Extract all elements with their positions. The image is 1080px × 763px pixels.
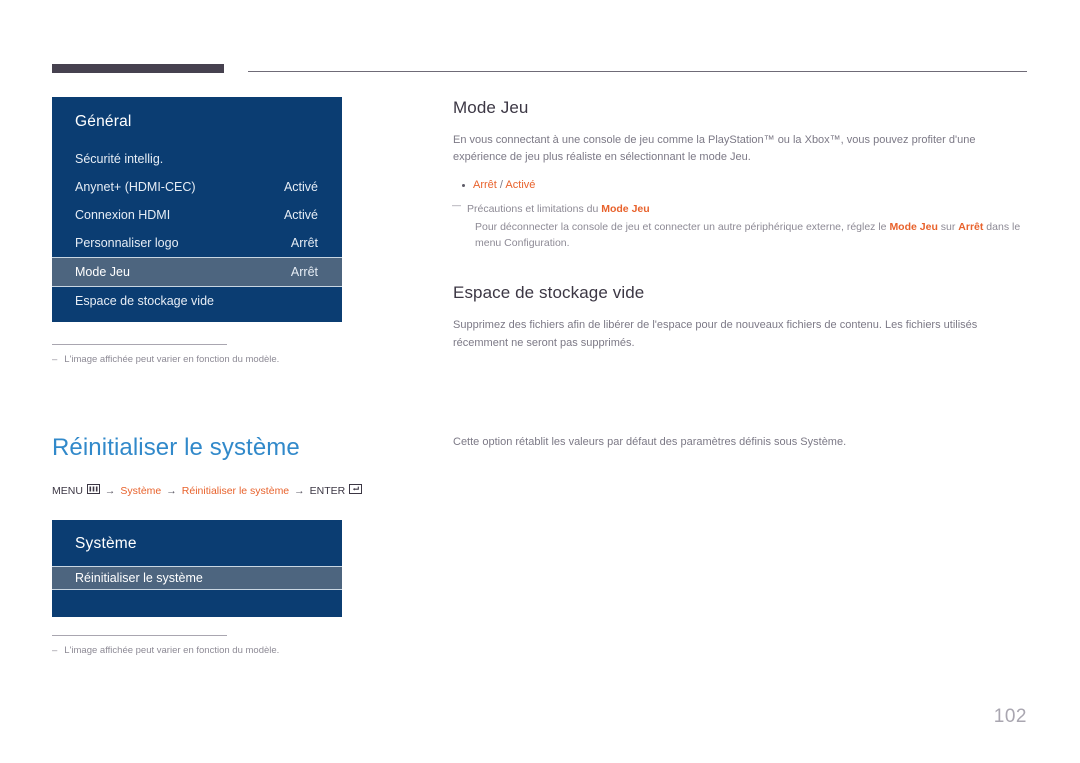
osd-systeme-title: Système (75, 535, 137, 552)
caution-body: Pour déconnecter la console de jeu et co… (467, 219, 1028, 252)
osd-row-mode-jeu[interactable]: Mode Jeu Arrêt (52, 257, 342, 287)
note-dash: – (52, 354, 58, 365)
menu-grid-icon (86, 484, 100, 497)
osd-general-title: Général (75, 113, 132, 130)
reinitialiser-paragraph: Cette option rétablit les valeurs par dé… (453, 436, 847, 448)
breadcrumb-step-systeme: Système (120, 484, 162, 497)
note-text: L'image affichée peut varier en fonction… (64, 354, 280, 365)
caution-body-highlight-2: Arrêt (958, 220, 984, 233)
mode-jeu-caution: Précautions et limitations du Mode Jeu P… (452, 199, 1028, 252)
osd-row-reinitialiser-le-systeme[interactable]: Réinitialiser le système (52, 566, 342, 590)
breadcrumb-arrow-2: → (166, 484, 177, 497)
option-item: Arrêt / Activé (462, 177, 1028, 195)
option-separator: / (499, 179, 503, 192)
osd-empty-row (52, 590, 342, 612)
option-value-on: Activé (505, 179, 536, 192)
breadcrumb-arrow-1: → (104, 484, 116, 497)
enter-key-icon (349, 484, 363, 497)
note-line: – L'image affichée peut varier en foncti… (52, 353, 279, 367)
section-title-espace-stockage: Espace de stockage vide (453, 283, 645, 303)
header-rule-thick (52, 64, 224, 73)
osd-row-label: Connexion HDMI (75, 208, 171, 222)
osd-panel-general: Général Sécurité intellig. Anynet+ (HDMI… (52, 97, 342, 322)
caution-body-highlight-1: Mode Jeu (889, 220, 938, 233)
caution-lead-text: Précautions et limitations du (467, 202, 602, 215)
header-rule (52, 64, 1027, 76)
caution-body-2: sur (937, 220, 959, 233)
mode-jeu-paragraph: En vous connectant à une console de jeu … (453, 134, 976, 164)
right-column-top: Mode Jeu En vous connectant à une consol… (452, 98, 1028, 363)
osd-row-value: Activé (283, 208, 318, 222)
header-rule-thin (248, 71, 1027, 72)
section-title-mode-jeu: Mode Jeu (453, 98, 529, 117)
document-page: Général Sécurité intellig. Anynet+ (HDMI… (0, 0, 1080, 763)
osd-row-value: Activé (283, 180, 318, 194)
osd-row-value: Arrêt (290, 236, 318, 250)
osd-row-label: Réinitialiser le système (75, 571, 203, 585)
note-dash: – (52, 645, 58, 656)
osd-row-connexion-hdmi[interactable]: Connexion HDMI Activé (52, 201, 342, 229)
osd-row-label: Sécurité intellig. (75, 152, 164, 166)
chapter-title: Réinitialiser le système (52, 434, 300, 461)
breadcrumb-step-reinitialiser: Réinitialiser le système (181, 484, 290, 497)
osd-row-label: Espace de stockage vide (75, 294, 214, 308)
option-value-off: Arrêt (473, 179, 497, 192)
chapter-reinitialiser: Réinitialiser le système MENU → Système … (52, 434, 442, 497)
mode-jeu-options: Arrêt / Activé (453, 177, 1028, 195)
note-image-varies-bottom: – L'image affichée peut varier en foncti… (52, 635, 279, 658)
osd-row-espace-stockage-vide[interactable]: Espace de stockage vide (52, 287, 342, 315)
osd-row-personnaliser-logo[interactable]: Personnaliser logo Arrêt (52, 229, 342, 257)
breadcrumb-enter-label: ENTER (309, 484, 346, 497)
breadcrumb-menu-label: MENU (52, 484, 83, 497)
osd-row-securite-intellig[interactable]: Sécurité intellig. (52, 145, 342, 173)
osd-row-anynet[interactable]: Anynet+ (HDMI-CEC) Activé (52, 173, 342, 201)
note-text: L'image affichée peut varier en fonction… (64, 645, 280, 656)
osd-row-label: Mode Jeu (75, 265, 130, 279)
osd-panel-systeme: Système Réinitialiser le système (52, 520, 342, 617)
note-line: – L'image affichée peut varier en foncti… (52, 644, 279, 658)
caution-body-1: Pour déconnecter la console de jeu et co… (475, 220, 890, 233)
note-image-varies-top: – L'image affichée peut varier en foncti… (52, 344, 279, 367)
note-divider (52, 635, 227, 636)
page-number: 102 (993, 706, 1027, 727)
caution-lead-highlight: Mode Jeu (601, 202, 650, 215)
breadcrumb: MENU → Système → Réinitialiser le systèm… (52, 484, 442, 497)
osd-row-label: Personnaliser logo (75, 236, 179, 250)
espace-stockage-paragraph: Supprimez des fichiers afin de libérer d… (453, 319, 978, 349)
breadcrumb-arrow-3: → (294, 484, 305, 497)
osd-row-value: Arrêt (290, 265, 318, 279)
osd-row-label: Anynet+ (HDMI-CEC) (75, 180, 196, 194)
note-divider (52, 344, 227, 345)
